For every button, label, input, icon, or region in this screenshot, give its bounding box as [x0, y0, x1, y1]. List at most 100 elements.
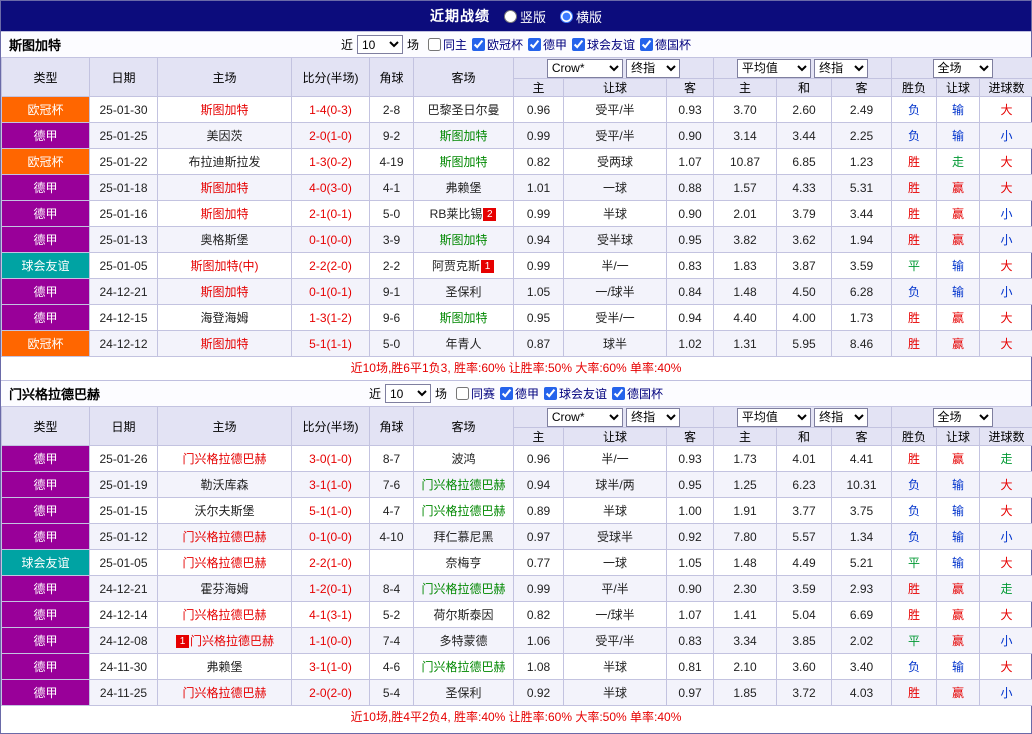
- fulltime-select[interactable]: 全场: [932, 407, 993, 427]
- average-kind-select[interactable]: 终指: [814, 58, 869, 78]
- filter-checkbox[interactable]: 德甲: [500, 385, 539, 402]
- result-cell: 平: [891, 627, 938, 654]
- filter-checkbox-input[interactable]: [455, 386, 469, 400]
- filter-checkbox-input[interactable]: [500, 386, 513, 400]
- odds-away-cell: 0.90: [666, 575, 714, 602]
- filter-checkbox[interactable]: 球会友谊: [572, 36, 635, 53]
- away-team-cell: 拜仁慕尼黑: [413, 523, 514, 550]
- corners-cell: 5-0: [369, 200, 414, 227]
- away-team-name: 多特蒙德: [439, 634, 488, 648]
- avg-away-cell: 1.34: [830, 523, 893, 550]
- filter-checkbox-input[interactable]: [612, 386, 626, 400]
- home-team-name: 门兴格拉德巴赫: [182, 556, 267, 570]
- home-team-name: 美因茨: [206, 129, 243, 143]
- layout-radio-vertical[interactable]: 竖版: [503, 7, 546, 26]
- filter-checkbox-label: 球会友谊: [587, 37, 636, 52]
- match-row: 德甲 25-01-25 美因茨 2-0(1-0) 9-2 斯图加特 0.99 受平/半 0.90…: [1, 122, 1032, 149]
- handicap-result-cell: 赢: [936, 627, 981, 654]
- odds-kind-select[interactable]: 终指: [626, 58, 681, 78]
- recent-count-select[interactable]: 10: [356, 35, 403, 54]
- home-team-name: 海登海姆: [200, 311, 249, 325]
- result-cell: 负: [891, 96, 938, 123]
- odds-kind-select[interactable]: 终指: [626, 407, 681, 427]
- handicap-result-cell: 输: [936, 122, 981, 149]
- avg-draw-cell: 3.59: [776, 575, 832, 602]
- date-cell: 25-01-15: [89, 497, 158, 524]
- odds-away-cell: 0.90: [666, 200, 714, 227]
- filter-checkbox[interactable]: 球会友谊: [544, 385, 607, 402]
- near-label: 近: [340, 38, 353, 52]
- score-cell: 4-1(3-1): [291, 601, 370, 628]
- filter-checkbox[interactable]: 同赛: [455, 385, 495, 402]
- corners-cell: 2-2: [369, 252, 414, 279]
- filter-checkbox[interactable]: 德国杯: [612, 385, 663, 402]
- avg-home-cell: 1.48: [713, 278, 777, 305]
- handicap-cell: 受平/半: [563, 96, 667, 123]
- handicap-result-cell: 赢: [936, 445, 981, 472]
- odds-home-cell: 0.96: [513, 445, 564, 472]
- avg-draw-cell: 3.62: [776, 226, 832, 253]
- away-team-name: 门兴格拉德巴赫: [421, 660, 506, 674]
- handicap-result-cell: 赢: [936, 330, 981, 357]
- layout-radio-horizontal[interactable]: 横版: [560, 7, 602, 26]
- filter-checkbox-input[interactable]: [427, 37, 441, 51]
- result-cell: 胜: [891, 148, 938, 175]
- odds-away-cell: 1.00: [666, 497, 714, 524]
- handicap-result-cell: 输: [936, 96, 981, 123]
- filter-checkbox-input[interactable]: [544, 386, 558, 400]
- odds-home-cell: 0.99: [513, 200, 564, 227]
- avg-away-cell: 8.46: [830, 330, 893, 357]
- handicap-cell: 一/球半: [563, 601, 667, 628]
- away-team-name: 门兴格拉德巴赫: [421, 582, 506, 596]
- goals-result-cell: 走: [979, 445, 1032, 472]
- average-select[interactable]: 平均值: [736, 407, 811, 427]
- home-team-cell: 奥格斯堡: [157, 226, 292, 253]
- competition-cell: 德甲: [1, 497, 90, 524]
- filter-checkbox-input[interactable]: [471, 37, 485, 51]
- average-select[interactable]: 平均值: [736, 58, 811, 78]
- average-kind-select[interactable]: 终指: [814, 407, 869, 427]
- filter-checkbox-label: 同主: [442, 37, 467, 52]
- filter-checkbox[interactable]: 同主: [427, 36, 467, 53]
- recent-count-select[interactable]: 10: [384, 384, 431, 403]
- filter-checkbox[interactable]: 欧冠杯: [471, 36, 523, 53]
- odds-source-select[interactable]: Crow*: [546, 58, 623, 78]
- filter-checkbox-label: 同赛: [470, 386, 495, 401]
- fulltime-select[interactable]: 全场: [932, 58, 993, 78]
- away-team-name: 奈梅亨: [445, 556, 482, 570]
- odds-source-select[interactable]: Crow*: [546, 407, 623, 427]
- result-cell: 胜: [891, 601, 938, 628]
- result-cell: 胜: [891, 304, 938, 331]
- avg-home-cell: 1.91: [713, 497, 777, 524]
- score-cell: 1-3(1-2): [291, 304, 370, 331]
- filter-checkbox-input[interactable]: [640, 37, 654, 51]
- handicap-result-cell: 输: [936, 523, 981, 550]
- subcol-handicap: 让球: [563, 78, 667, 97]
- competition-cell: 欧冠杯: [1, 148, 90, 175]
- away-team-name: 斯图加特: [439, 155, 488, 169]
- handicap-result-cell: 输: [936, 497, 981, 524]
- filter-checkbox-input[interactable]: [572, 37, 586, 51]
- odds-home-cell: 1.05: [513, 278, 564, 305]
- away-team-cell: 阿贾克斯 1: [413, 252, 514, 279]
- subcol-goals: 进球数: [979, 78, 1032, 97]
- odds-home-cell: 0.99: [513, 122, 564, 149]
- home-team-name: 斯图加特: [200, 207, 249, 221]
- odds-away-cell: 0.92: [666, 523, 714, 550]
- home-team-cell: 弗赖堡: [157, 653, 292, 680]
- filter-checkbox[interactable]: 德甲: [528, 36, 567, 53]
- date-cell: 25-01-16: [89, 200, 158, 227]
- handicap-cell: 一/球半: [563, 278, 667, 305]
- games-label: 场: [406, 38, 419, 52]
- handicap-result-cell: 赢: [936, 226, 981, 253]
- handicap-cell: 受半/一: [563, 304, 667, 331]
- title-bar: 近期战绩 竖版 横版: [1, 1, 1031, 31]
- away-team-name: 门兴格拉德巴赫: [421, 478, 506, 492]
- filter-checkbox-input[interactable]: [528, 37, 541, 51]
- competition-cell: 德甲: [1, 653, 90, 680]
- odds-away-cell: 1.05: [666, 549, 714, 576]
- filter-checkbox[interactable]: 德国杯: [640, 36, 691, 53]
- horizontal-radio-input[interactable]: [560, 9, 573, 23]
- corners-cell: 8-7: [369, 445, 414, 472]
- vertical-radio-input[interactable]: [503, 9, 517, 23]
